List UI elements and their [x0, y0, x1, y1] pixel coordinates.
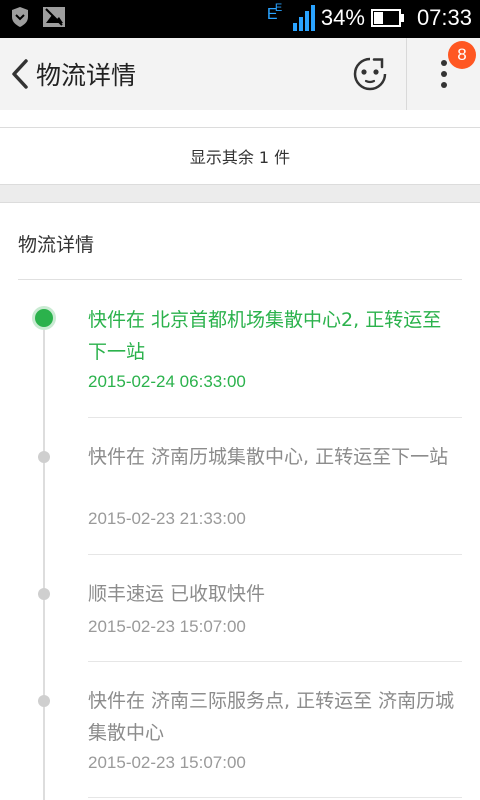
- entry-divider: [88, 417, 462, 418]
- clock: 07:33: [416, 5, 472, 30]
- notification-badge: 8: [448, 41, 476, 69]
- section-gap: [0, 184, 480, 203]
- status-right: E E 34% 07:33: [266, 2, 472, 32]
- entry-divider: [88, 797, 462, 798]
- battery-icon: [370, 9, 404, 27]
- top-strip: [0, 110, 480, 128]
- section-divider: [18, 279, 462, 280]
- entry-divider: [88, 661, 462, 662]
- entry-time: 2015-02-23 15:07:00: [88, 753, 246, 772]
- entry-text: 顺丰速运 已收取快件: [88, 583, 266, 605]
- show-rest-button[interactable]: 显示其余 1 件: [0, 128, 480, 184]
- section-title: 物流详情: [18, 234, 95, 256]
- entry-text: 快件在 济南三际服务点, 正转运至 济南历城集散中心: [88, 690, 455, 744]
- signal-icon: [292, 5, 315, 31]
- entry-time: 2015-02-24 06:33:00: [88, 372, 246, 391]
- timeline-dot-active: [35, 309, 53, 327]
- timeline-dot: [38, 695, 50, 707]
- status-bar: E E 34% 07:33: [0, 0, 480, 38]
- app-bar: 物流详情 8: [0, 38, 480, 111]
- image-icon: [43, 7, 65, 27]
- network-type-indicator: E E: [266, 2, 283, 23]
- timeline-dot: [38, 451, 50, 463]
- entry-text: 快件在 济南历城集散中心, 正转运至下一站: [88, 446, 449, 468]
- timeline-line: [43, 318, 45, 800]
- entry-divider: [88, 554, 462, 555]
- battery-percent: 34%: [320, 5, 365, 30]
- entry-time: 2015-02-23 15:07:00: [88, 617, 246, 636]
- shield-icon: [12, 7, 28, 27]
- timeline-dot: [38, 588, 50, 600]
- page-title: 物流详情: [36, 61, 137, 90]
- back-arrow-icon[interactable]: [6, 56, 36, 92]
- status-left-icons: [10, 6, 66, 28]
- face-icon[interactable]: [352, 56, 388, 92]
- appbar-divider: [406, 38, 407, 110]
- entry-time: 2015-02-23 21:33:00: [88, 509, 246, 528]
- entry-text: 快件在 北京首都机场集散中心2, 正转运至下一站: [88, 309, 442, 363]
